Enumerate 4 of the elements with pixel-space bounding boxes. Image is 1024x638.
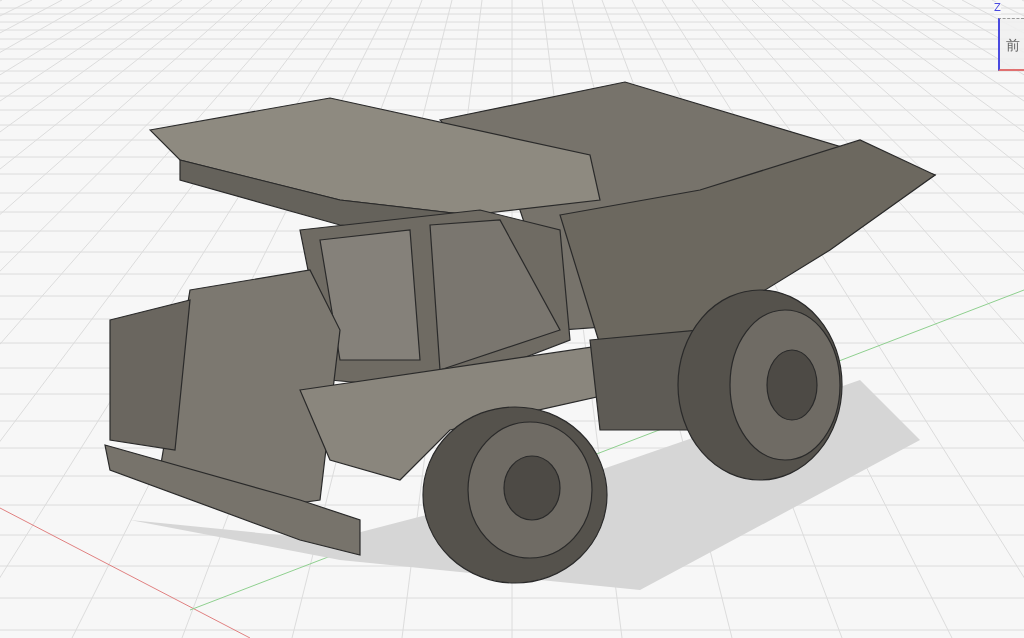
view-cube[interactable]: 前 — [998, 18, 1024, 71]
3d-viewport[interactable]: Z 前 — [0, 0, 1024, 638]
cube-face-label: 前 — [1006, 37, 1020, 53]
z-axis-label: Z — [994, 2, 1001, 14]
